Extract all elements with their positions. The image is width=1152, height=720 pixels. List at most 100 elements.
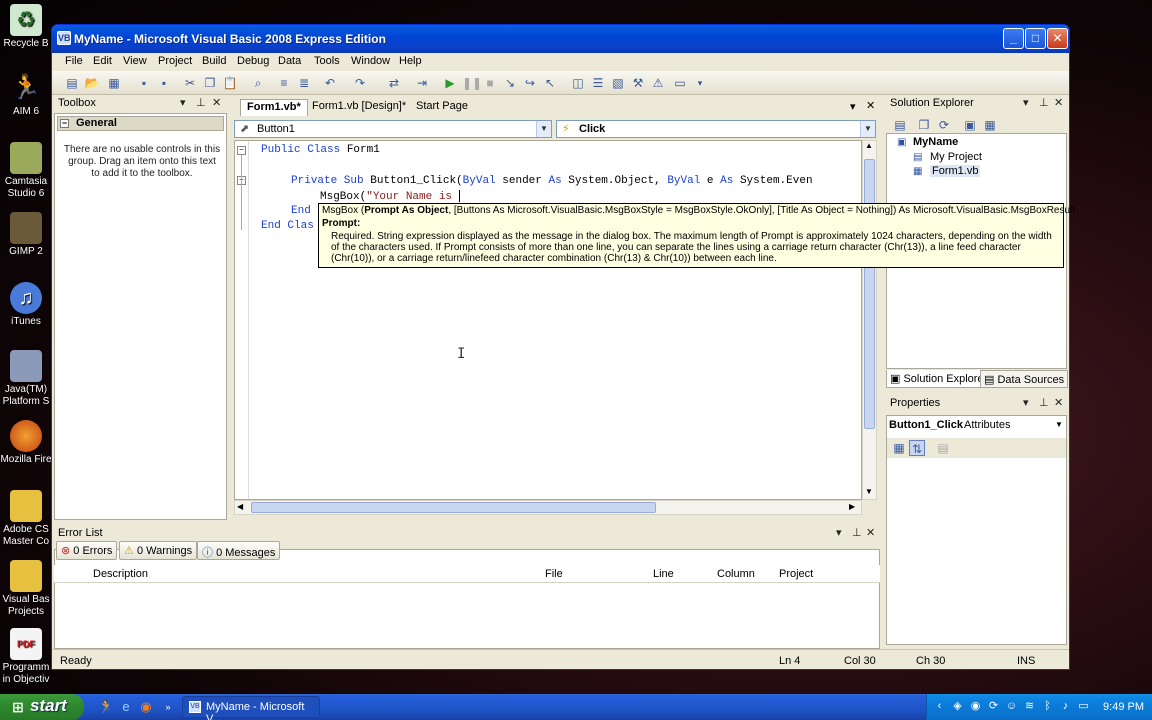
maximize-button[interactable]: □ bbox=[1025, 28, 1046, 49]
recycle-bin-desktop-icon[interactable]: ♻ Recycle B bbox=[0, 4, 52, 50]
firefox-desktop-icon[interactable]: Mozilla Fire bbox=[0, 420, 52, 466]
collapse-icon[interactable]: − bbox=[237, 146, 246, 155]
title-bar[interactable]: VB MyName - Microsoft Visual Basic 2008 … bbox=[52, 25, 1069, 53]
navigate-forward-icon[interactable]: ⇥ bbox=[414, 75, 430, 91]
tab-solution-explorer[interactable]: ▣ Solution Explorer bbox=[886, 370, 992, 388]
scroll-left-icon[interactable]: ◀ bbox=[237, 502, 243, 511]
editor-vertical-scrollbar[interactable]: ▲ ▼ bbox=[862, 140, 877, 500]
toolbox-group-general[interactable]: − General bbox=[57, 116, 224, 131]
properties-icon[interactable]: ☰ bbox=[590, 75, 606, 91]
tab-close-icon[interactable]: ✕ bbox=[866, 99, 875, 112]
add-item-icon[interactable]: ▦ bbox=[106, 75, 122, 91]
properties-view-icon[interactable]: ▤ bbox=[892, 117, 908, 133]
solution-explorer-close-icon[interactable]: ✕ bbox=[1054, 96, 1063, 109]
view-designer-icon[interactable]: ▦ bbox=[982, 117, 998, 133]
menu-project[interactable]: Project bbox=[158, 55, 192, 67]
network-icon[interactable]: ◈ bbox=[951, 700, 964, 713]
update-icon[interactable]: ⟳ bbox=[987, 700, 1000, 713]
paste-icon[interactable]: 📋 bbox=[222, 75, 238, 91]
column-header-column[interactable]: Column bbox=[717, 568, 755, 580]
view-code-icon[interactable]: ▣ bbox=[962, 117, 978, 133]
categorized-icon[interactable]: ▦ bbox=[891, 440, 907, 456]
tab-start-page[interactable]: Start Page bbox=[410, 99, 474, 116]
cut-icon[interactable]: ✂ bbox=[182, 75, 198, 91]
column-header-file[interactable]: File bbox=[545, 568, 563, 580]
options-icon[interactable]: ▭ bbox=[672, 75, 688, 91]
menu-window[interactable]: Window bbox=[351, 55, 390, 67]
scroll-thumb[interactable] bbox=[864, 159, 875, 429]
column-header-description[interactable]: Description bbox=[93, 568, 148, 580]
clock[interactable]: 9:49 PM bbox=[1103, 701, 1144, 713]
save-all-icon[interactable]: ▪ bbox=[156, 75, 172, 91]
messages-filter-button[interactable]: ⓘ 0 Messages bbox=[197, 541, 281, 560]
new-project-icon[interactable]: ▤ bbox=[64, 75, 80, 91]
column-header-line[interactable]: Line bbox=[653, 568, 674, 580]
start-debug-icon[interactable]: ▶ bbox=[442, 75, 458, 91]
solution-explorer-icon[interactable]: ◫ bbox=[570, 75, 586, 91]
stop-icon[interactable]: ■ bbox=[482, 75, 498, 91]
uncomment-icon[interactable]: ≣ bbox=[296, 75, 312, 91]
chevron-down-icon[interactable]: ▼ bbox=[860, 121, 875, 137]
save-icon[interactable]: ▪ bbox=[136, 75, 152, 91]
adobe-folder-desktop-icon[interactable]: Adobe CS Master Co bbox=[0, 490, 52, 548]
chevron-down-icon[interactable]: ▼ bbox=[1055, 420, 1063, 429]
tab-form1-design[interactable]: Form1.vb [Design]* bbox=[306, 99, 412, 116]
menu-debug[interactable]: Debug bbox=[237, 55, 269, 67]
menu-tools[interactable]: Tools bbox=[314, 55, 340, 67]
toolbox-dropdown-icon[interactable]: ▾ bbox=[180, 96, 186, 109]
vb-app-icon[interactable]: VB bbox=[57, 31, 71, 45]
gimp-desktop-icon[interactable]: GIMP 2 bbox=[0, 212, 52, 258]
power-icon[interactable]: ▭ bbox=[1077, 700, 1090, 713]
editor-horizontal-scrollbar[interactable]: ◀ ▶ bbox=[234, 500, 862, 515]
tabs-dropdown-icon[interactable]: ▾ bbox=[850, 100, 856, 113]
volume-icon[interactable]: ♪ bbox=[1059, 700, 1072, 713]
toolbox-close-icon[interactable]: ✕ bbox=[212, 96, 221, 109]
ie-quicklaunch-icon[interactable]: e bbox=[118, 699, 134, 715]
pause-icon[interactable]: ❚❚ bbox=[462, 75, 482, 91]
show-all-files-icon[interactable]: ❐ bbox=[916, 117, 932, 133]
navigate-icon[interactable]: ⇄ bbox=[386, 75, 402, 91]
tree-root-project[interactable]: MyName bbox=[913, 136, 958, 148]
chevron-down-icon[interactable]: ▼ bbox=[536, 121, 551, 137]
redo-icon[interactable]: ↷ bbox=[352, 75, 368, 91]
tab-form1-code[interactable]: Form1.vb* bbox=[240, 99, 308, 116]
start-button[interactable]: ⊞ start bbox=[0, 694, 84, 720]
tree-item-form1[interactable]: Form1.vb bbox=[930, 165, 981, 177]
firefox-quicklaunch-icon[interactable]: ◉ bbox=[138, 699, 154, 715]
scroll-up-icon[interactable]: ▲ bbox=[865, 141, 873, 150]
aim-quicklaunch-icon[interactable]: 🏃 bbox=[98, 699, 114, 715]
errors-filter-button[interactable]: ⊗ 0 Errors bbox=[56, 541, 118, 560]
wireless-icon[interactable]: ≋ bbox=[1023, 700, 1036, 713]
step-out-icon[interactable]: ↖ bbox=[542, 75, 558, 91]
toolbar-overflow-icon[interactable]: ▾ bbox=[692, 75, 708, 91]
pdf-desktop-icon[interactable]: PDF Programm in Objectiv bbox=[0, 628, 52, 686]
quicklaunch-expand-icon[interactable]: » bbox=[160, 699, 176, 715]
itunes-desktop-icon[interactable]: ♫ iTunes bbox=[0, 282, 52, 328]
java-desktop-icon[interactable]: Java(TM) Platform S bbox=[0, 350, 52, 408]
error-list-dropdown-icon[interactable]: ▾ bbox=[836, 526, 842, 539]
scroll-right-icon[interactable]: ▶ bbox=[849, 502, 855, 511]
properties-close-icon[interactable]: ✕ bbox=[1054, 396, 1063, 409]
error-list-icon[interactable]: ⚠ bbox=[650, 75, 666, 91]
step-into-icon[interactable]: ↘ bbox=[502, 75, 518, 91]
toolbox-icon[interactable]: ⚒ bbox=[630, 75, 646, 91]
toolbox-pin-icon[interactable]: ⊥ bbox=[196, 96, 206, 109]
class-name-combo[interactable]: ⬈ Button1 ▼ bbox=[234, 120, 552, 138]
step-over-icon[interactable]: ↪ bbox=[522, 75, 538, 91]
properties-object-selector[interactable]: Button1_Click Attributes ▼ bbox=[887, 416, 1066, 436]
code-editor[interactable]: − − Public Class Form1 Private Sub Butto… bbox=[234, 140, 862, 500]
property-pages-icon[interactable]: ▤ bbox=[935, 440, 951, 456]
security-icon[interactable]: ◉ bbox=[969, 700, 982, 713]
close-button[interactable]: ✕ bbox=[1047, 28, 1068, 49]
menu-edit[interactable]: Edit bbox=[93, 55, 112, 67]
solution-explorer-dropdown-icon[interactable]: ▾ bbox=[1023, 96, 1029, 109]
messenger-icon[interactable]: ☺ bbox=[1005, 700, 1018, 713]
scroll-thumb[interactable] bbox=[251, 502, 656, 513]
properties-pin-icon[interactable]: ⊥ bbox=[1039, 396, 1049, 409]
vb-projects-desktop-icon[interactable]: Visual Bas Projects bbox=[0, 560, 52, 618]
method-name-combo[interactable]: ⚡ Click ▼ bbox=[556, 120, 876, 138]
aim-desktop-icon[interactable]: 🏃 AIM 6 bbox=[0, 72, 52, 118]
column-header-project[interactable]: Project bbox=[779, 568, 813, 580]
menu-build[interactable]: Build bbox=[202, 55, 226, 67]
solution-explorer-pin-icon[interactable]: ⊥ bbox=[1039, 96, 1049, 109]
